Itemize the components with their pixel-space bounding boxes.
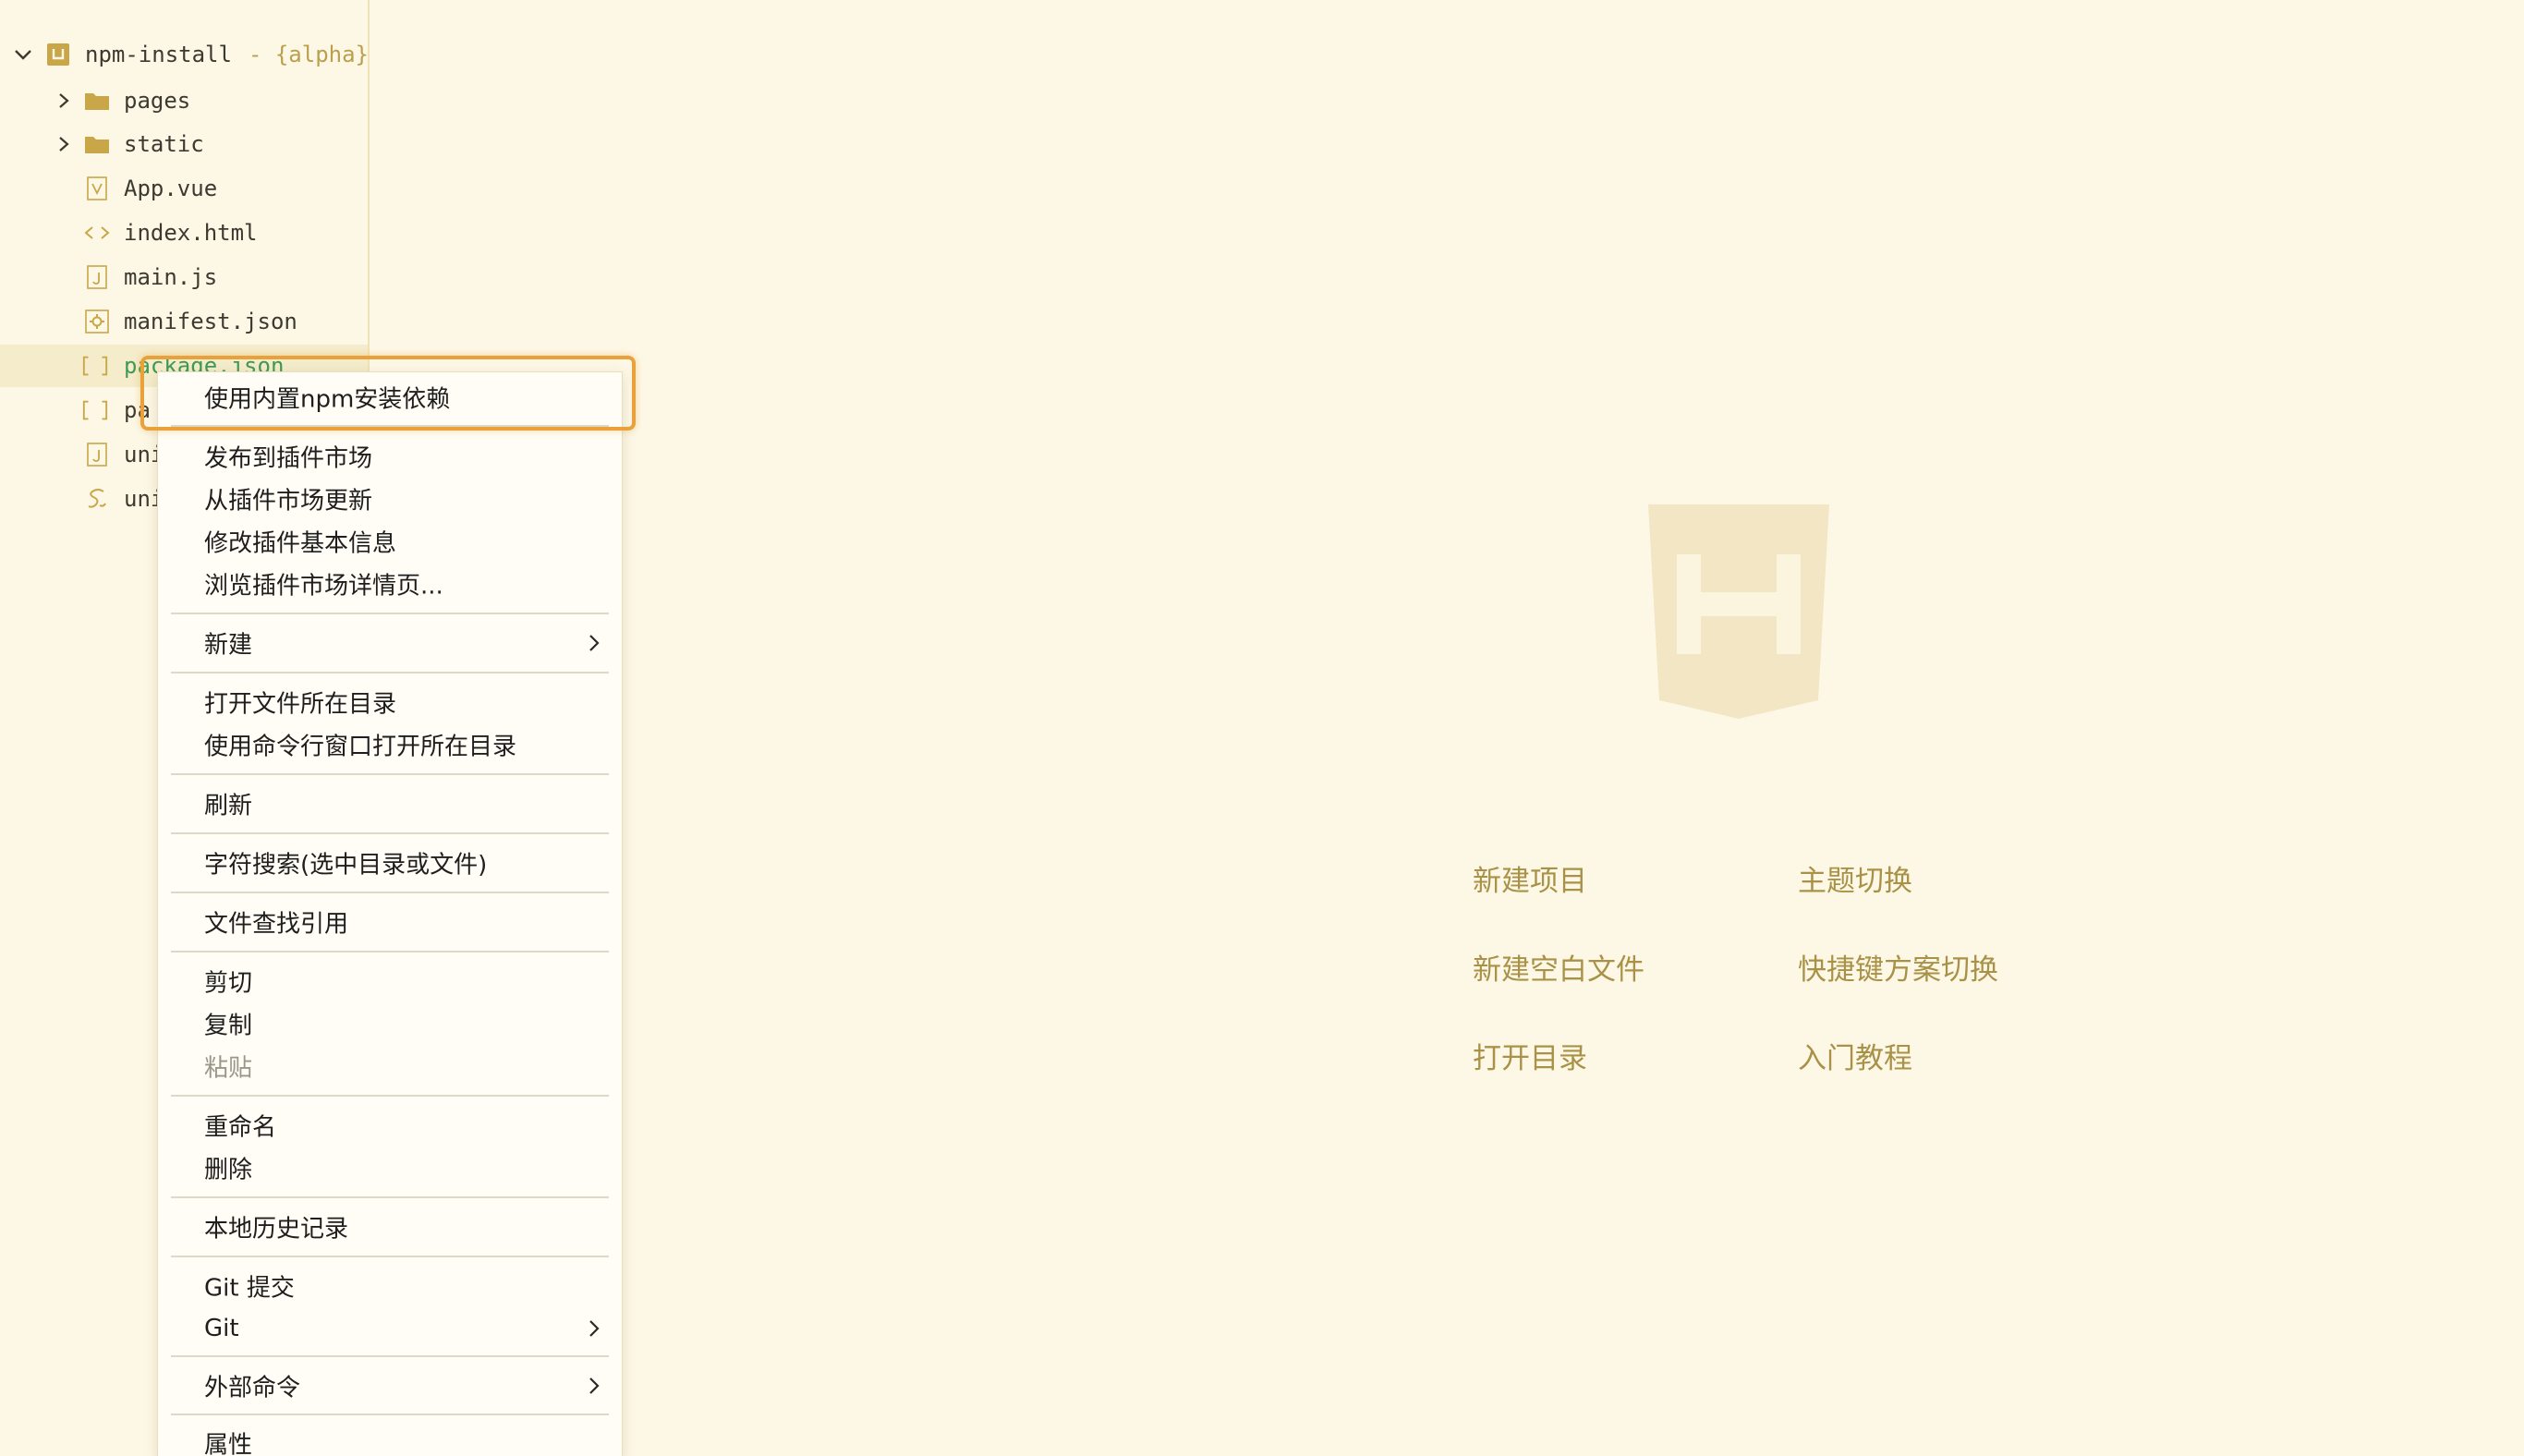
menu-item-properties[interactable]: 属性 bbox=[158, 1422, 622, 1456]
tree-item-label: main.js bbox=[124, 264, 218, 290]
menu-item-label: 重命名 bbox=[204, 1113, 277, 1142]
tree-item-label: manifest.json bbox=[124, 309, 297, 334]
menu-item-label: 发布到插件市场 bbox=[204, 444, 373, 473]
html-file-icon bbox=[83, 219, 111, 247]
scss-file-icon bbox=[83, 485, 111, 513]
editor-window: npm-install - {alpha} pages static App.v… bbox=[0, 0, 2524, 1456]
menu-separator bbox=[171, 425, 609, 427]
new-blank-file-link[interactable]: 新建空白文件 bbox=[1473, 946, 1644, 988]
menu-separator bbox=[171, 1414, 609, 1415]
menu-separator bbox=[171, 1355, 609, 1357]
menu-item-copy[interactable]: 复制 bbox=[158, 1002, 622, 1045]
menu-item-label: 文件查找引用 bbox=[204, 910, 349, 939]
menu-separator bbox=[171, 892, 609, 893]
project-name: npm-install - {alpha} bbox=[85, 42, 369, 67]
js-file-icon bbox=[83, 441, 111, 468]
tree-item-label: static bbox=[124, 131, 204, 157]
menu-separator bbox=[171, 773, 609, 775]
tree-item-static[interactable]: static bbox=[0, 123, 368, 165]
menu-item-edit-plugin-info[interactable]: 修改插件基本信息 bbox=[158, 520, 622, 563]
menu-item-label: 修改插件基本信息 bbox=[204, 529, 397, 558]
menu-item-update-plugin[interactable]: 从插件市场更新 bbox=[158, 478, 622, 520]
folder-icon bbox=[83, 87, 111, 115]
menu-item-label: 剪切 bbox=[204, 969, 253, 998]
menu-item-label: 使用内置npm安装依赖 bbox=[204, 385, 451, 414]
menu-item-delete[interactable]: 删除 bbox=[158, 1147, 622, 1189]
menu-item-browse-plugin-page[interactable]: 浏览插件市场详情页... bbox=[158, 563, 622, 605]
project-suffix: - {alpha} bbox=[248, 42, 369, 67]
tree-item-label: index.html bbox=[124, 220, 258, 246]
menu-item-new[interactable]: 新建 bbox=[158, 622, 622, 664]
menu-item-label: 刷新 bbox=[204, 792, 253, 820]
menu-item-label: 外部命令 bbox=[204, 1374, 301, 1402]
menu-item-paste: 粘贴 bbox=[158, 1045, 622, 1087]
keymap-switch-link[interactable]: 快捷键方案切换 bbox=[1798, 946, 1998, 988]
folder-icon bbox=[83, 130, 111, 158]
menu-separator bbox=[171, 951, 609, 952]
json-file-icon bbox=[81, 352, 109, 380]
tree-item-main-js[interactable]: main.js bbox=[0, 256, 368, 298]
menu-item-label: 浏览插件市场详情页... bbox=[204, 572, 443, 601]
menu-item-label: 字符搜索(选中目录或文件) bbox=[204, 851, 488, 880]
menu-item-label: 复制 bbox=[204, 1012, 253, 1040]
menu-item-label: Git 提交 bbox=[204, 1274, 295, 1303]
menu-item-git-commit[interactable]: Git 提交 bbox=[158, 1265, 622, 1307]
menu-item-open-in-terminal[interactable]: 使用命令行窗口打开所在目录 bbox=[158, 723, 622, 766]
tree-item-index-html[interactable]: index.html bbox=[0, 212, 368, 254]
menu-item-label: Git bbox=[204, 1315, 239, 1342]
menu-item-label: 使用命令行窗口打开所在目录 bbox=[204, 733, 517, 761]
menu-item-label: 属性 bbox=[204, 1431, 253, 1456]
vue-file-icon bbox=[83, 175, 111, 202]
getting-started-link[interactable]: 入门教程 bbox=[1798, 1035, 1912, 1076]
chevron-right-icon bbox=[589, 1320, 600, 1337]
tree-root-project[interactable]: npm-install - {alpha} bbox=[0, 33, 369, 76]
menu-item-find-references[interactable]: 文件查找引用 bbox=[158, 901, 622, 943]
chevron-down-icon[interactable] bbox=[13, 44, 33, 65]
menu-item-refresh[interactable]: 刷新 bbox=[158, 783, 622, 825]
tree-item-app-vue[interactable]: App.vue bbox=[0, 167, 368, 210]
tree-item-label: pages bbox=[124, 88, 191, 114]
hbuilder-logo bbox=[1646, 504, 1831, 719]
menu-item-text-search[interactable]: 字符搜索(选中目录或文件) bbox=[158, 842, 622, 884]
menu-item-cut[interactable]: 剪切 bbox=[158, 960, 622, 1002]
menu-separator bbox=[171, 832, 609, 834]
chevron-right-icon[interactable] bbox=[54, 91, 74, 111]
menu-separator bbox=[171, 672, 609, 673]
project-name-text: npm-install bbox=[85, 42, 232, 67]
tree-item-label: pa bbox=[124, 397, 151, 423]
menu-item-publish-plugin[interactable]: 发布到插件市场 bbox=[158, 435, 622, 478]
menu-item-label: 删除 bbox=[204, 1156, 253, 1184]
menu-separator bbox=[171, 1256, 609, 1257]
menu-item-local-history[interactable]: 本地历史记录 bbox=[158, 1206, 622, 1248]
menu-item-label: 新建 bbox=[204, 631, 253, 660]
chevron-right-icon bbox=[589, 635, 600, 651]
menu-separator bbox=[171, 1196, 609, 1198]
menu-item-label: 从插件市场更新 bbox=[204, 487, 373, 516]
js-file-icon bbox=[83, 263, 111, 291]
tree-item-manifest-json[interactable]: manifest.json bbox=[0, 300, 368, 343]
menu-item-open-containing-folder[interactable]: 打开文件所在目录 bbox=[158, 681, 622, 723]
menu-item-label: 粘贴 bbox=[204, 1054, 253, 1083]
menu-item-label: 本地历史记录 bbox=[204, 1215, 349, 1244]
theme-switch-link[interactable]: 主题切换 bbox=[1798, 857, 1912, 899]
menu-item-rename[interactable]: 重命名 bbox=[158, 1104, 622, 1147]
menu-item-git[interactable]: Git bbox=[158, 1307, 622, 1350]
menu-item-npm-install[interactable]: 使用内置npm安装依赖 bbox=[158, 376, 622, 419]
menu-separator bbox=[171, 1095, 609, 1097]
tree-item-label: App.vue bbox=[124, 176, 218, 201]
menu-separator bbox=[171, 613, 609, 614]
chevron-right-icon[interactable] bbox=[54, 134, 74, 154]
menu-item-label: 打开文件所在目录 bbox=[204, 690, 397, 719]
menu-item-external-commands[interactable]: 外部命令 bbox=[158, 1365, 622, 1407]
tree-item-pages[interactable]: pages bbox=[0, 79, 368, 122]
chevron-right-icon bbox=[589, 1377, 600, 1394]
project-icon bbox=[44, 41, 72, 68]
context-menu: 使用内置npm安装依赖 发布到插件市场 从插件市场更新 修改插件基本信息 浏览插… bbox=[157, 371, 623, 1456]
open-directory-link[interactable]: 打开目录 bbox=[1473, 1035, 1587, 1076]
json-file-icon bbox=[81, 396, 109, 424]
manifest-file-icon bbox=[83, 308, 111, 335]
new-project-link[interactable]: 新建项目 bbox=[1473, 857, 1587, 899]
